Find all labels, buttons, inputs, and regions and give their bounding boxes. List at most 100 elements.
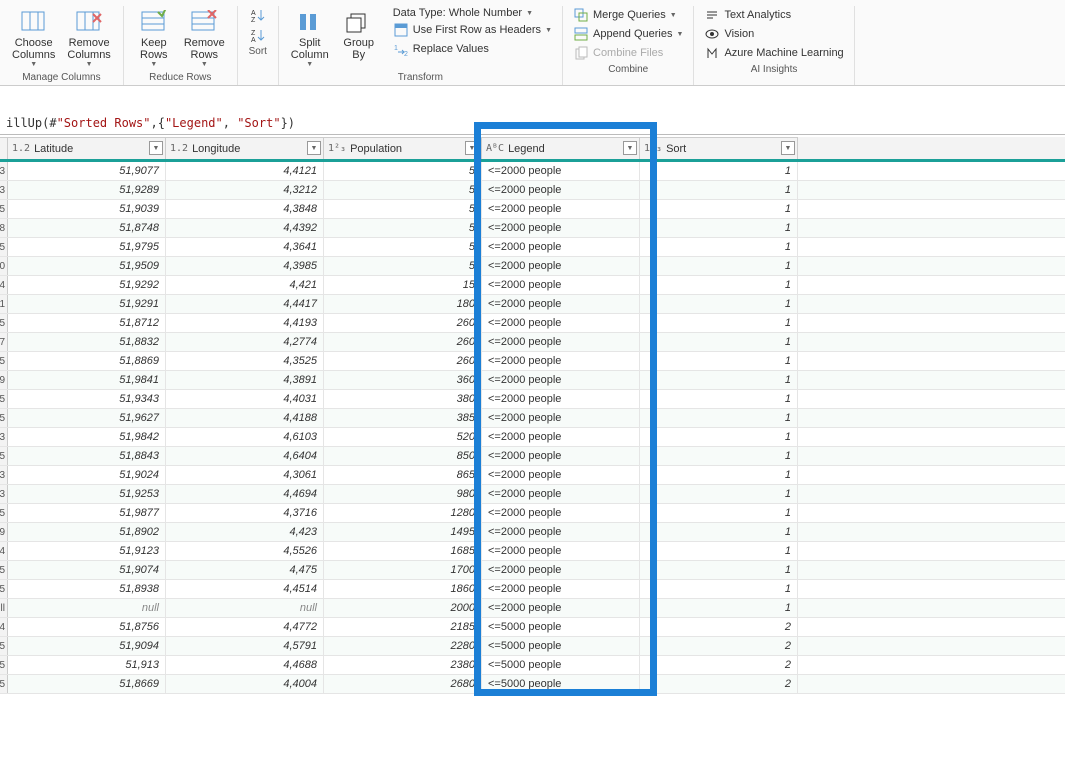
cell[interactable]: 4,4772 <box>166 618 324 636</box>
filter-dropdown-icon[interactable]: ▼ <box>623 141 637 155</box>
azure-ml-button[interactable]: Azure Machine Learning <box>700 44 847 62</box>
cell[interactable]: 4,4417 <box>166 295 324 313</box>
cell[interactable]: 51,9289 <box>8 181 166 199</box>
table-row[interactable]: 351,90774,41215<=2000 people1 <box>0 162 1065 181</box>
sort-desc-button[interactable]: ZA <box>246 26 270 44</box>
cell[interactable]: 4,423 <box>166 523 324 541</box>
cell[interactable]: <=2000 people <box>482 599 640 617</box>
cell[interactable]: 4,3891 <box>166 371 324 389</box>
cell[interactable]: 5 <box>324 219 482 237</box>
cell[interactable]: 2280 <box>324 637 482 655</box>
cell[interactable]: <=5000 people <box>482 656 640 674</box>
cell[interactable]: 1 <box>640 580 798 598</box>
append-queries-button[interactable]: Append Queries ▼ <box>569 25 687 43</box>
cell[interactable]: 1495 <box>324 523 482 541</box>
cell[interactable]: 1 <box>640 162 798 180</box>
cell[interactable]: <=2000 people <box>482 295 640 313</box>
table-row[interactable]: 451,92924,42115<=2000 people1 <box>0 276 1065 295</box>
cell[interactable]: 2 <box>640 675 798 693</box>
table-row[interactable]: 351,90244,3061865<=2000 people1 <box>0 466 1065 485</box>
cell[interactable]: 51,913 <box>8 656 166 674</box>
split-column-button[interactable]: Split Column ▼ <box>285 6 335 70</box>
cell[interactable]: 2 <box>640 637 798 655</box>
table-row[interactable]: 551,87124,4193260<=2000 people1 <box>0 314 1065 333</box>
cell[interactable]: 1 <box>640 485 798 503</box>
cell[interactable]: 51,9024 <box>8 466 166 484</box>
cell[interactable]: 5 <box>324 162 482 180</box>
column-header-latitude[interactable]: 1.2Latitude▼ <box>8 137 166 159</box>
cell[interactable]: 385 <box>324 409 482 427</box>
cell[interactable]: 1 <box>640 428 798 446</box>
cell[interactable]: 4,4694 <box>166 485 324 503</box>
cell[interactable]: <=2000 people <box>482 162 640 180</box>
cell[interactable]: 2 <box>640 656 798 674</box>
cell[interactable]: 4,5791 <box>166 637 324 655</box>
cell[interactable]: 4,6103 <box>166 428 324 446</box>
cell[interactable]: 1 <box>640 314 798 332</box>
cell[interactable]: 51,9074 <box>8 561 166 579</box>
column-header-population[interactable]: 1²₃Population▼ <box>324 137 482 159</box>
cell[interactable]: 4,4031 <box>166 390 324 408</box>
formula-bar[interactable]: illUp(#"Sorted Rows",{"Legend", "Sort"}) <box>0 112 1065 135</box>
cell[interactable]: 180 <box>324 295 482 313</box>
cell[interactable]: 15 <box>324 276 482 294</box>
cell[interactable]: 4,5526 <box>166 542 324 560</box>
cell[interactable]: 51,9077 <box>8 162 166 180</box>
cell[interactable]: 4,4514 <box>166 580 324 598</box>
cell[interactable]: <=2000 people <box>482 580 640 598</box>
cell[interactable]: 51,9343 <box>8 390 166 408</box>
cell[interactable]: 4,4004 <box>166 675 324 693</box>
cell[interactable]: 520 <box>324 428 482 446</box>
cell[interactable]: 51,9841 <box>8 371 166 389</box>
cell[interactable]: 1 <box>640 181 798 199</box>
cell[interactable]: 5 <box>324 238 482 256</box>
cell[interactable]: 51,9094 <box>8 637 166 655</box>
filter-dropdown-icon[interactable]: ▼ <box>781 141 795 155</box>
cell[interactable]: <=2000 people <box>482 485 640 503</box>
cell[interactable]: 4,421 <box>166 276 324 294</box>
cell[interactable]: <=2000 people <box>482 504 640 522</box>
table-row[interactable]: 551,90944,57912280<=5000 people2 <box>0 637 1065 656</box>
column-header-sort[interactable]: 1²₃Sort▼ <box>640 137 798 159</box>
cell[interactable]: <=2000 people <box>482 181 640 199</box>
cell[interactable]: 4,3848 <box>166 200 324 218</box>
table-row[interactable]: 051,95094,39855<=2000 people1 <box>0 257 1065 276</box>
cell[interactable]: 51,9795 <box>8 238 166 256</box>
cell[interactable]: 1 <box>640 238 798 256</box>
table-row[interactable]: 551,98774,37161280<=2000 people1 <box>0 504 1065 523</box>
cell[interactable]: <=2000 people <box>482 200 640 218</box>
cell[interactable]: 51,9039 <box>8 200 166 218</box>
cell[interactable]: 51,9627 <box>8 409 166 427</box>
cell[interactable]: 51,8869 <box>8 352 166 370</box>
cell[interactable]: 1 <box>640 599 798 617</box>
cell[interactable]: 1 <box>640 504 798 522</box>
cell[interactable]: 1 <box>640 542 798 560</box>
cell[interactable]: 1 <box>640 409 798 427</box>
table-row[interactable]: 951,98414,3891360<=2000 people1 <box>0 371 1065 390</box>
cell[interactable]: 51,9509 <box>8 257 166 275</box>
cell[interactable]: 51,8669 <box>8 675 166 693</box>
cell[interactable]: 1 <box>640 257 798 275</box>
table-row[interactable]: 551,97954,36415<=2000 people1 <box>0 238 1065 257</box>
cell[interactable]: <=2000 people <box>482 542 640 560</box>
cell[interactable]: 1 <box>640 523 798 541</box>
table-row[interactable]: 751,88324,2774260<=2000 people1 <box>0 333 1065 352</box>
cell[interactable]: 51,9842 <box>8 428 166 446</box>
cell[interactable]: <=5000 people <box>482 618 640 636</box>
first-row-headers-button[interactable]: Use First Row as Headers ▼ <box>389 21 556 39</box>
cell[interactable]: <=2000 people <box>482 276 640 294</box>
cell[interactable]: <=2000 people <box>482 561 640 579</box>
cell[interactable]: <=2000 people <box>482 257 640 275</box>
table-row[interactable]: llnullnull2000<=2000 people1 <box>0 599 1065 618</box>
cell[interactable]: 2185 <box>324 618 482 636</box>
cell[interactable]: 2000 <box>324 599 482 617</box>
text-analytics-button[interactable]: Text Analytics <box>700 6 847 24</box>
sort-asc-button[interactable]: AZ <box>246 6 270 24</box>
table-row[interactable]: 551,90394,38485<=2000 people1 <box>0 200 1065 219</box>
cell[interactable]: 51,9292 <box>8 276 166 294</box>
cell[interactable]: 1 <box>640 466 798 484</box>
cell[interactable]: 4,3716 <box>166 504 324 522</box>
table-row[interactable]: 551,88434,6404850<=2000 people1 <box>0 447 1065 466</box>
cell[interactable]: 1 <box>640 200 798 218</box>
remove-rows-button[interactable]: Remove Rows ▼ <box>178 6 231 70</box>
